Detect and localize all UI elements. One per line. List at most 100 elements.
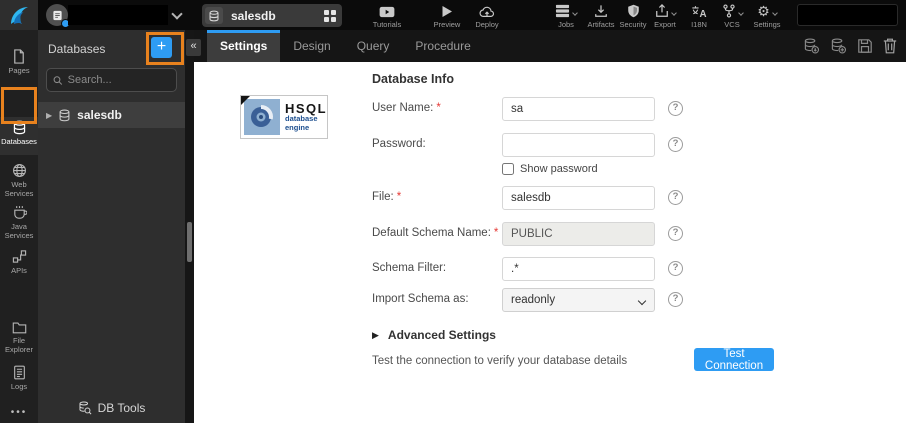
advanced-caret-icon: ▶ bbox=[372, 330, 379, 341]
database-search[interactable] bbox=[46, 68, 177, 92]
hsql-corner-mark bbox=[241, 96, 250, 105]
show-password-label: Show password bbox=[520, 163, 598, 175]
topbar-item-settings[interactable]: ⚙ Settings bbox=[744, 4, 790, 29]
java-services-coffee-icon bbox=[12, 205, 27, 220]
wavemaker-logo-icon bbox=[7, 3, 31, 27]
databases-icon bbox=[12, 120, 27, 135]
project-chevron-down-icon[interactable] bbox=[171, 8, 182, 19]
scrollbar-thumb[interactable] bbox=[187, 222, 192, 262]
sidebar-item-file-explorer[interactable]: File Explorer bbox=[0, 318, 38, 355]
test-connection-hint: Test the connection to verify your datab… bbox=[372, 355, 627, 367]
database-icon bbox=[58, 109, 71, 122]
db-tools-button[interactable]: DB Tools bbox=[38, 401, 185, 415]
advanced-settings-label: Advanced Settings bbox=[388, 328, 496, 342]
collapse-panel-button[interactable]: « bbox=[186, 39, 201, 56]
apis-connector-icon bbox=[12, 249, 27, 264]
file-explorer-folder-icon bbox=[12, 321, 27, 334]
redacted-user-area bbox=[797, 4, 898, 26]
file-help-icon[interactable]: ? bbox=[668, 190, 683, 205]
brand-logo[interactable] bbox=[0, 0, 38, 30]
web-services-globe-icon bbox=[12, 163, 27, 178]
import-schema-label: Import Schema as: bbox=[372, 293, 500, 305]
add-database-button[interactable]: + bbox=[151, 37, 172, 58]
sidebar-item-logs[interactable]: Logs bbox=[0, 362, 38, 391]
username-help-icon[interactable]: ? bbox=[668, 101, 683, 116]
topbar-item-tutorials[interactable]: Tutorials bbox=[364, 4, 410, 29]
open-item-tab-salesdb[interactable]: salesdb bbox=[202, 4, 342, 27]
default-schema-help-icon[interactable]: ? bbox=[668, 226, 683, 241]
advanced-settings-toggle[interactable]: ▶ Advanced Settings bbox=[372, 328, 496, 342]
left-sidebar: Pages Databases Web Services Java Servic… bbox=[0, 30, 38, 423]
show-password-row: Show password bbox=[502, 163, 598, 175]
tab-design[interactable]: Design bbox=[280, 30, 343, 62]
import-schema-help-icon[interactable]: ? bbox=[668, 292, 683, 307]
panel-scrollbar[interactable] bbox=[185, 30, 194, 423]
test-connection-button[interactable]: Test Connection bbox=[694, 348, 774, 371]
tab-query[interactable]: Query bbox=[344, 30, 403, 62]
db-toolbar bbox=[803, 38, 897, 54]
databases-panel: Databases + ▶ salesdb DB Tools bbox=[38, 30, 185, 423]
import-schema-select[interactable]: readonly bbox=[502, 288, 655, 312]
export-icon bbox=[655, 4, 669, 18]
username-field[interactable] bbox=[502, 97, 655, 121]
grid-view-icon[interactable] bbox=[324, 10, 336, 22]
sidebar-item-more[interactable]: ••• bbox=[0, 404, 38, 418]
show-password-checkbox[interactable] bbox=[502, 163, 514, 175]
panel-title: Databases bbox=[48, 42, 105, 56]
settings-content: HSQL database engine Database Info User … bbox=[194, 62, 906, 423]
vcs-branch-icon bbox=[722, 4, 736, 18]
tab-procedure[interactable]: Procedure bbox=[402, 30, 483, 62]
file-field[interactable] bbox=[502, 186, 655, 210]
redacted-project-name bbox=[68, 5, 168, 25]
password-field[interactable] bbox=[502, 133, 655, 157]
db-pull-icon[interactable] bbox=[803, 38, 820, 54]
preview-icon bbox=[441, 5, 453, 18]
tutorials-icon bbox=[379, 6, 395, 18]
delete-trash-icon[interactable] bbox=[883, 38, 897, 54]
more-dots-icon: ••• bbox=[11, 407, 28, 418]
jobs-caret-icon bbox=[572, 10, 578, 16]
db-tools-label: DB Tools bbox=[98, 401, 146, 415]
sidebar-item-java-services[interactable]: Java Services bbox=[0, 202, 38, 241]
project-avatar[interactable] bbox=[46, 4, 68, 26]
sidebar-item-web-services[interactable]: Web Services bbox=[0, 160, 38, 199]
default-schema-label: Default Schema Name:* bbox=[372, 227, 500, 239]
hsql-logo-sub2: engine bbox=[285, 124, 327, 133]
topbar-item-deploy[interactable]: Deploy bbox=[464, 4, 510, 29]
project-notes-icon bbox=[52, 10, 63, 21]
tree-item-label: salesdb bbox=[77, 108, 122, 122]
app-window: salesdb Tutorials Preview Deploy Jobs Ar… bbox=[0, 0, 906, 423]
schema-filter-label: Schema Filter: bbox=[372, 262, 500, 274]
form-heading: Database Info bbox=[372, 72, 454, 86]
password-label: Password: bbox=[372, 138, 500, 150]
tree-item-salesdb[interactable]: ▶ salesdb bbox=[38, 102, 185, 128]
sidebar-item-pages[interactable]: Pages bbox=[0, 46, 38, 75]
i18n-translate-icon: A bbox=[691, 5, 707, 18]
save-icon[interactable] bbox=[857, 38, 873, 54]
tab-settings[interactable]: Settings bbox=[207, 30, 280, 62]
sidebar-item-apis[interactable]: APIs bbox=[0, 246, 38, 275]
search-input[interactable] bbox=[68, 74, 170, 86]
password-help-icon[interactable]: ? bbox=[668, 137, 683, 152]
file-label: File:* bbox=[372, 191, 500, 203]
default-schema-field bbox=[502, 222, 655, 246]
vcs-caret-icon bbox=[738, 10, 744, 16]
db-tools-icon bbox=[78, 401, 92, 415]
logs-icon bbox=[13, 365, 26, 380]
pages-icon bbox=[12, 49, 26, 64]
schema-filter-help-icon[interactable]: ? bbox=[668, 261, 683, 276]
tree-expander-icon[interactable]: ▶ bbox=[46, 111, 52, 120]
sidebar-item-databases[interactable]: Databases bbox=[0, 117, 38, 155]
artifacts-download-icon bbox=[594, 4, 608, 18]
svg-text:A: A bbox=[699, 9, 706, 18]
deploy-icon bbox=[479, 5, 495, 18]
jobs-icon bbox=[555, 4, 570, 18]
db-add-icon[interactable] bbox=[830, 38, 847, 54]
database-icon bbox=[205, 7, 223, 24]
settings-caret-icon bbox=[772, 10, 778, 16]
top-bar: salesdb Tutorials Preview Deploy Jobs Ar… bbox=[0, 0, 906, 30]
open-tab-label: salesdb bbox=[231, 9, 324, 23]
username-label: User Name:* bbox=[372, 102, 500, 114]
schema-filter-field[interactable] bbox=[502, 257, 655, 281]
settings-gear-icon: ⚙ bbox=[757, 4, 770, 18]
